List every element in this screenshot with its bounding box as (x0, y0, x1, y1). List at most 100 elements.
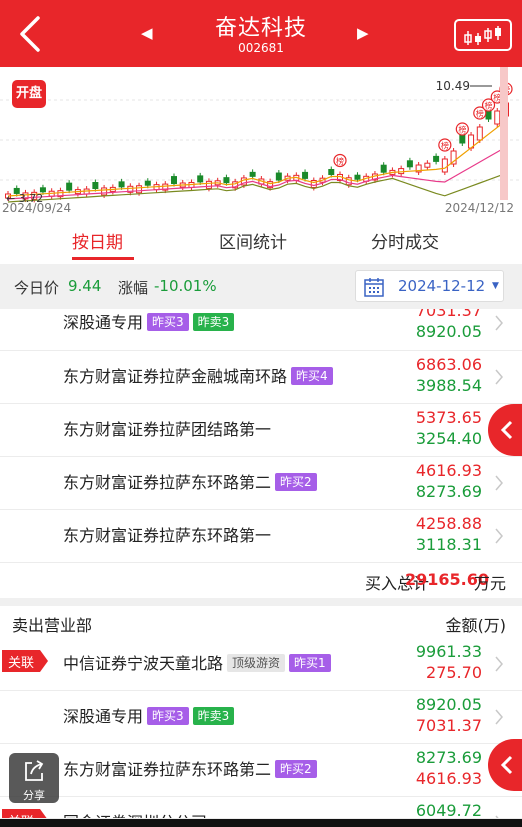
buy-amount: 5373.65 (415, 408, 482, 427)
candle-body (101, 187, 108, 196)
buy-row[interactable]: 深股通专用 昨买3 昨卖3 7031.37 8920.05 (0, 309, 522, 351)
candle-body (275, 172, 282, 181)
broker-name: 中信证券宁波天童北路 (63, 654, 224, 673)
top-bar: ◀ 奋达科技 002681 ▶ (0, 0, 522, 67)
buy-row[interactable]: 东方财富证券拉萨金融城南环路 昨买4 6863.06 3988.54 (0, 351, 522, 404)
candle-body (223, 177, 230, 184)
current-day-highlight (500, 67, 508, 200)
broker-name: 东方财富证券拉萨东环路第二 (63, 760, 272, 779)
chevron-right-icon (495, 475, 503, 491)
chevron-left-icon (500, 755, 513, 775)
buy-amount: 7031.37 (415, 309, 482, 320)
candle-body (406, 160, 413, 168)
tab-by-date[interactable]: 按日期 (72, 228, 123, 253)
dropdown-caret-icon: ▼ (492, 281, 499, 291)
candle-body (494, 110, 501, 125)
sell-amount: 8273.69 (415, 748, 482, 767)
broker-name: 东方财富证券拉萨团结路第一 (63, 420, 272, 439)
share-icon (25, 760, 44, 781)
buy-total-unit: 万元 (473, 574, 506, 593)
candle-body (354, 174, 361, 180)
sell-row[interactable]: 关联 国金证券深圳分公司 6049.72 (0, 797, 522, 819)
broker-name: 深股通专用 (63, 313, 144, 332)
system-bottom-bar (0, 819, 522, 827)
price-info-bar: 今日价 9.44 涨幅 -10.01% 2024-12-12 ▼ (0, 264, 522, 309)
sell-row[interactable]: 深股通专用 昨买3 昨卖3 8920.05 7031.37 (0, 691, 522, 744)
sell-amount: 6049.72 (415, 801, 482, 819)
broker-name-row: 东方财富证券拉萨东环路第二 昨买2 (63, 469, 317, 493)
sell-amount: 8273.69 (415, 482, 482, 501)
stock-name: 奋达科技 (214, 16, 307, 41)
kline-button[interactable] (454, 19, 512, 51)
sell-section-title: 卖出营业部 (12, 616, 93, 635)
row-tag: 昨买3 (147, 707, 189, 725)
related-badge-label: 关联 (8, 656, 35, 671)
candle-body (476, 126, 483, 141)
candle-body (197, 175, 204, 183)
related-badge[interactable]: 关联 (2, 650, 48, 672)
buy-amount: 6863.06 (415, 355, 482, 374)
buy-row[interactable]: 东方财富证券拉萨团结路第一 5373.65 3254.40 (0, 404, 522, 457)
buy-row[interactable]: 东方财富证券拉萨东环路第一 4258.88 3118.31 (0, 510, 522, 563)
share-label: 分享 (23, 789, 45, 802)
candle-body (424, 162, 431, 168)
sell-row[interactable]: 东方财富证券拉萨东环路第二 昨买2 8273.69 4616.93 (0, 744, 522, 797)
candle-body (171, 176, 177, 185)
sell-row[interactable]: 关联 中信证券宁波天童北路 顶级游资 昨买1 9961.33 275.70 (0, 638, 522, 691)
candle-body (433, 155, 440, 162)
chevron-right-icon (495, 315, 503, 331)
candle-body (328, 169, 335, 176)
chart-high-label: 10.49 (435, 79, 470, 93)
tab-intraday-trades[interactable]: 分时成交 (371, 228, 439, 253)
sell-amount: 8920.05 (415, 322, 482, 341)
candle-body (118, 181, 125, 188)
buy-amount: 4616.93 (415, 461, 482, 480)
broker-name: 东方财富证券拉萨东环路第一 (63, 526, 272, 545)
row-tag: 昨买4 (291, 367, 333, 385)
chart-start-date: 2024/09/24 (2, 201, 72, 215)
share-button[interactable]: 分享 (9, 753, 59, 803)
date-picker[interactable]: 2024-12-12 ▼ (355, 270, 504, 302)
candle-body (205, 180, 212, 189)
broker-name-row: 中信证券宁波天童北路 顶级游资 昨买1 (63, 650, 331, 674)
chart-end-date: 2024/12/12 (444, 201, 514, 215)
change-label: 涨幅 (118, 279, 149, 297)
tab-bar: 按日期 区间统计 分时成交 (0, 220, 522, 264)
chevron-left-icon (500, 420, 513, 440)
candle-body (144, 180, 151, 186)
broker-name: 深股通专用 (63, 707, 144, 726)
open-market-badge[interactable]: 开盘 (12, 80, 46, 108)
chevron-right-icon (495, 528, 503, 544)
broker-name-row: 东方财富证券拉萨东环路第二 昨买2 (63, 756, 317, 780)
buy-amount: 7031.37 (415, 716, 482, 735)
buy-amount: 4616.93 (415, 769, 482, 788)
row-tag: 昨卖3 (192, 313, 235, 331)
buy-total-row: 买入总计 29165.60 万元 (0, 563, 522, 598)
ma5-line (7, 120, 507, 197)
candle-body (380, 164, 387, 173)
sell-amount: 8920.05 (415, 695, 482, 714)
row-tag: 昨买2 (275, 473, 317, 491)
limit-up-marker-text: 榜 (336, 156, 344, 166)
broker-name-row: 东方财富证券拉萨团结路第一 (63, 416, 271, 440)
limit-up-marker-text: 榜 (476, 109, 484, 119)
candle-body (136, 185, 143, 194)
row-tag: 昨卖3 (192, 707, 235, 725)
calendar-icon (364, 278, 384, 297)
sell-amount: 3254.40 (415, 429, 482, 448)
tab-range-stats[interactable]: 区间统计 (219, 228, 287, 253)
candlestick-icon (464, 26, 501, 45)
candle-body (249, 171, 256, 177)
limit-up-marker-text: 榜 (485, 101, 493, 111)
limit-up-marker-text: 榜 (458, 125, 466, 135)
buy-row[interactable]: 东方财富证券拉萨东环路第二 昨买2 4616.93 8273.69 (0, 457, 522, 510)
broker-name: 东方财富证券拉萨金融城南环路 (63, 367, 288, 386)
chevron-right-icon (495, 656, 503, 672)
related-badge[interactable]: 关联 (2, 809, 48, 818)
next-stock-icon[interactable]: ▶ (357, 26, 369, 41)
broker-name-row: 东方财富证券拉萨金融城南环路 昨买4 (63, 363, 333, 387)
sell-section-header: 卖出营业部 金额(万) (0, 606, 522, 638)
sell-amount: 3988.54 (415, 376, 482, 395)
related-badge-label: 关联 (8, 811, 34, 818)
sell-amount: 9961.33 (415, 642, 482, 661)
